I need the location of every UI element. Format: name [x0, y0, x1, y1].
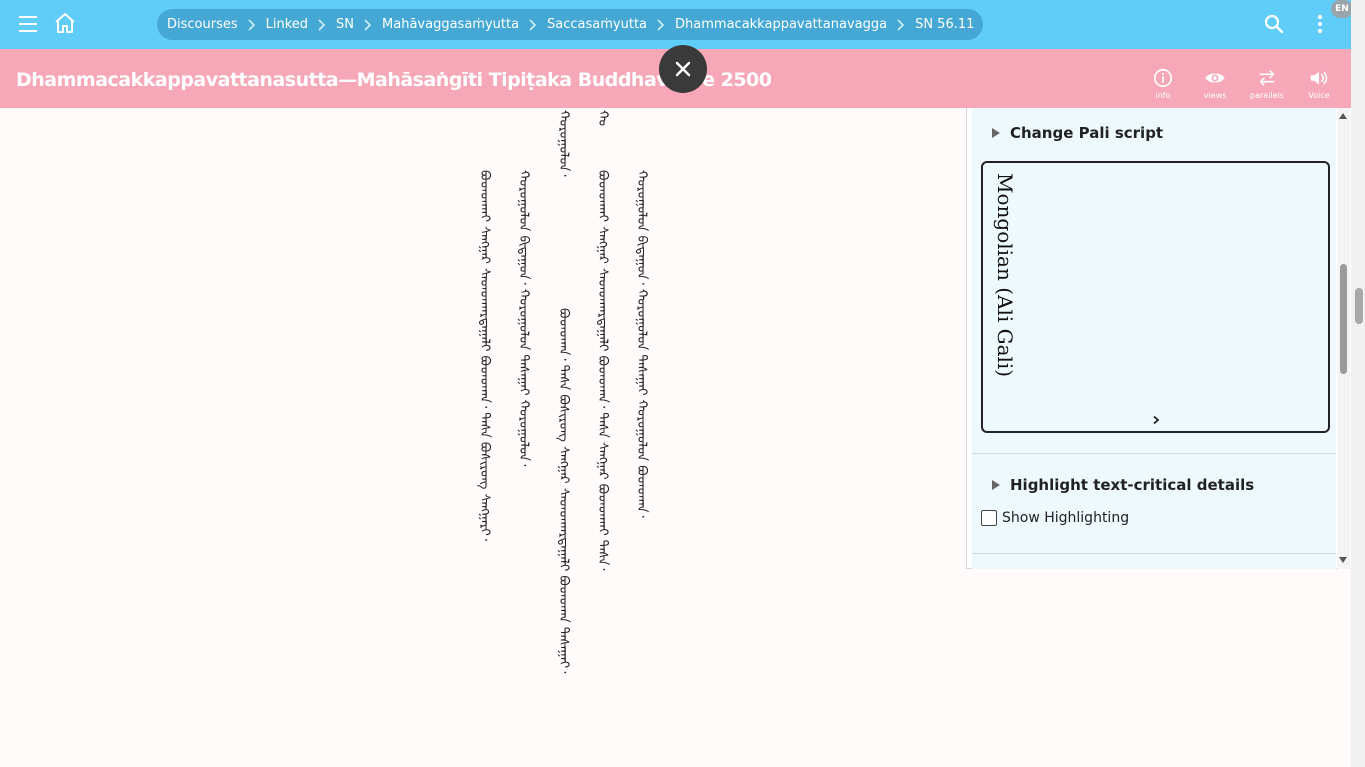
- breadcrumb-item-sn[interactable]: SN: [336, 17, 354, 32]
- change-script-label: Change Pali script: [1010, 124, 1164, 142]
- selected-script: Mongolian (Ali Gali): [993, 173, 1017, 378]
- settings-panel: Change Pali script Mongolian (Ali Gali) …: [966, 108, 1351, 569]
- text-column: ᠬᠤ: [595, 110, 610, 126]
- text-column: ᠪᠤᠳᠳᠬᠠ᠂ ᠳᠠᠰᠠ ᠪᠣᠰᠢᠷᠤᠩ ᠰᠠᠩᠭᠠᠷ ᠰᠠᠳᠳᠬᠠᠷᠲᠠᠭᠠᠯ…: [556, 308, 571, 674]
- top-app-bar: Discourses Linked SN Mahāvaggasaṁyutta S…: [0, 0, 1351, 49]
- parallels-icon: [1259, 70, 1275, 86]
- change-script-toggle[interactable]: Change Pali script: [992, 124, 1163, 142]
- show-highlighting-row[interactable]: Show Highlighting: [981, 510, 1129, 526]
- home-icon[interactable]: [53, 11, 77, 35]
- breadcrumb-item-discourses[interactable]: Discourses: [167, 17, 238, 32]
- highlight-details-toggle[interactable]: Highlight text-critical details: [992, 476, 1254, 494]
- divider: [972, 453, 1336, 454]
- close-button[interactable]: [659, 45, 707, 93]
- views-label: views: [1203, 91, 1227, 100]
- show-highlighting-checkbox[interactable]: [981, 510, 997, 526]
- close-icon: [675, 61, 691, 77]
- settings-panel-content: Change Pali script Mongolian (Ali Gali) …: [972, 108, 1336, 569]
- text-column: ᠪᠤᠳᠳᠬᠠᠢ ᠰᠠᠩᠭᠠᠷ ᠰᠠᠳᠳᠬᠠᠷᠲᠠᠭᠠᠯᠢ ᠪᠤᠳᠳᠬᠠ᠂ ᠳᠠᠰ…: [595, 170, 610, 571]
- search-icon[interactable]: [1262, 12, 1286, 36]
- page-title: Dhammacakkappavattanasutta—Mahāsaṅgīti T…: [16, 69, 772, 91]
- divider: [972, 553, 1336, 554]
- breadcrumb-item-current[interactable]: SN 56.11: [915, 17, 974, 32]
- menu-icon[interactable]: [16, 12, 40, 36]
- text-column: ᠪᠤᠳᠳᠬᠠᠢ ᠰᠠᠩᠭᠠᠷ ᠰᠠᠳᠳᠬᠠᠷᠲᠠᠭᠠᠯᠢ ᠪᠤᠳᠳᠬᠠ᠂ ᠳᠠᠰ…: [477, 170, 492, 542]
- scroll-down-arrow-icon[interactable]: [1339, 557, 1347, 563]
- text-column: ᠬᠤᠷᠤᠭᠤᠯᠤᠨ ᠪᠢᠳᠠᠭᠤᠨ᠂ ᠬᠤᠷᠤᠭᠤᠯᠤᠨ ᠳᠠᠰᠠᠭᠠᠢ ᠬᠤᠷ…: [634, 170, 649, 518]
- speaker-icon: [1310, 71, 1328, 85]
- chevron-right-icon: [647, 18, 675, 31]
- voice-button[interactable]: Voice: [1296, 67, 1342, 103]
- breadcrumb-item-saccasamyutta[interactable]: Saccasaṁyutta: [547, 17, 647, 32]
- page-scrollbar[interactable]: [1351, 0, 1365, 767]
- show-highlighting-label: Show Highlighting: [1002, 510, 1130, 526]
- language-badge[interactable]: EN: [1331, 0, 1353, 18]
- views-button[interactable]: views: [1192, 67, 1238, 103]
- info-icon: [1153, 68, 1173, 88]
- more-vertical-icon[interactable]: [1309, 12, 1331, 36]
- chevron-right-icon: [354, 18, 382, 31]
- panel-scrollbar-thumb[interactable]: [1340, 264, 1347, 374]
- disclosure-triangle-icon: [992, 128, 1000, 138]
- text-column: ᠬᠤᠷᠤᠭᠤᠯᠤᠨ ᠪᠢᠳᠠᠭᠤᠨ᠂ ᠬᠤᠷᠤᠭᠤᠯᠤᠨ ᠳᠠᠰᠠᠭᠠᠢ ᠬᠤᠷ…: [516, 170, 531, 467]
- chevron-right-icon: [887, 18, 915, 31]
- panel-scrollbar[interactable]: [1337, 108, 1350, 569]
- script-selector[interactable]: Mongolian (Ali Gali): [981, 161, 1330, 433]
- scroll-up-arrow-icon[interactable]: [1339, 113, 1347, 119]
- text-column: ᠬᠤᠷᠤᠭᠤᠯᠤᠨ᠂: [556, 110, 571, 177]
- info-label: info: [1155, 91, 1171, 100]
- eye-icon: [1205, 73, 1225, 83]
- breadcrumb-item-vagga[interactable]: Dhammacakkappavattanavagga: [675, 17, 887, 32]
- breadcrumb-item-mahavagga[interactable]: Mahāvaggasaṁyutta: [382, 17, 519, 32]
- disclosure-triangle-icon: [992, 480, 1000, 490]
- chevron-right-icon: [308, 18, 336, 31]
- sutta-text: ᠪᠤᠳᠳᠬᠠᠢ ᠰᠠᠩᠭᠠᠷ ᠰᠠᠳᠳᠬᠠᠷᠲᠠᠭᠠᠯᠢ ᠪᠤᠳᠳᠬᠠ᠂ ᠳᠠᠰ…: [0, 108, 966, 767]
- parallels-button[interactable]: parallels: [1244, 67, 1290, 103]
- page-scrollbar-thumb[interactable]: [1355, 288, 1363, 324]
- chevron-right-icon: [519, 18, 547, 31]
- voice-label: Voice: [1308, 91, 1330, 100]
- info-button[interactable]: info: [1140, 67, 1186, 103]
- breadcrumb-item-linked[interactable]: Linked: [266, 17, 308, 32]
- parallels-label: parallels: [1250, 91, 1284, 100]
- highlight-details-label: Highlight text-critical details: [1010, 476, 1255, 494]
- chevron-right-icon: [238, 18, 266, 31]
- chevron-right-icon: [1153, 415, 1160, 425]
- breadcrumb: Discourses Linked SN Mahāvaggasaṁyutta S…: [157, 9, 984, 40]
